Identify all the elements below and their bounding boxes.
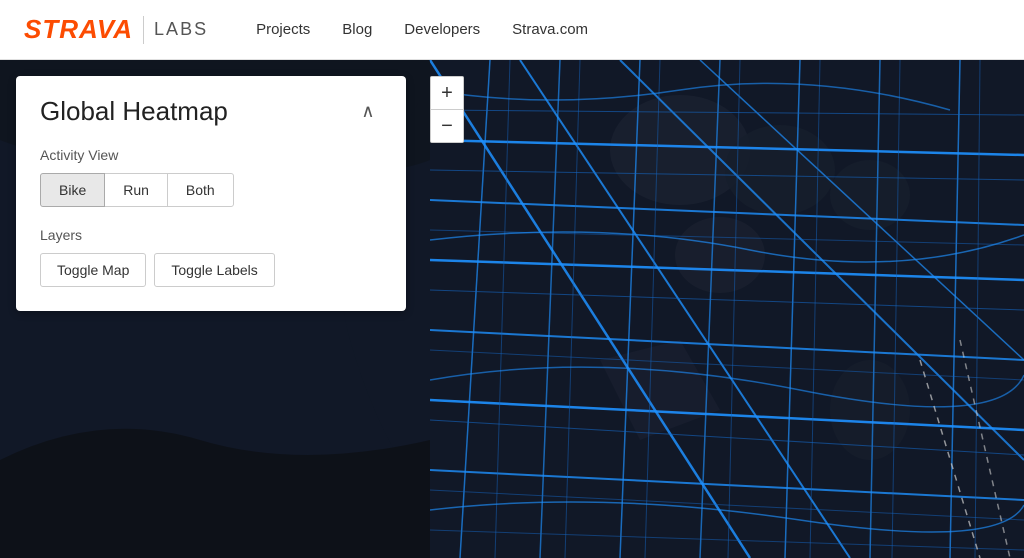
nav-projects[interactable]: Projects (256, 21, 310, 38)
labs-text: LABS (154, 19, 208, 40)
map-area: + − Global Heatmap ∧ Activity View Bike … (0, 60, 1024, 558)
activity-both-button[interactable]: Both (167, 173, 234, 207)
logo-divider (143, 16, 144, 44)
activity-button-group: Bike Run Both (40, 173, 382, 207)
nav-developers[interactable]: Developers (404, 21, 480, 38)
activity-view-label: Activity View (40, 147, 382, 163)
logo-area: STRAVA LABS (24, 14, 208, 45)
layers-label: Layers (40, 227, 382, 243)
header: STRAVA LABS Projects Blog Developers Str… (0, 0, 1024, 60)
strava-logo[interactable]: STRAVA (24, 14, 133, 45)
layers-button-group: Toggle Map Toggle Labels (40, 253, 382, 287)
zoom-controls: + − (430, 76, 464, 143)
heatmap-panel: Global Heatmap ∧ Activity View Bike Run … (16, 76, 406, 311)
activity-view-section: Activity View Bike Run Both (40, 147, 382, 207)
toggle-labels-button[interactable]: Toggle Labels (154, 253, 274, 287)
activity-bike-button[interactable]: Bike (40, 173, 105, 207)
nav-blog[interactable]: Blog (342, 21, 372, 38)
toggle-map-button[interactable]: Toggle Map (40, 253, 146, 287)
nav-strava-com[interactable]: Strava.com (512, 21, 588, 38)
activity-run-button[interactable]: Run (104, 173, 168, 207)
panel-header: Global Heatmap ∧ (40, 96, 382, 127)
panel-title: Global Heatmap (40, 96, 228, 127)
zoom-out-button[interactable]: − (431, 110, 463, 142)
panel-collapse-button[interactable]: ∧ (354, 98, 382, 126)
layers-section: Layers Toggle Map Toggle Labels (40, 227, 382, 287)
main-nav: Projects Blog Developers Strava.com (256, 21, 588, 38)
zoom-in-button[interactable]: + (431, 77, 463, 109)
